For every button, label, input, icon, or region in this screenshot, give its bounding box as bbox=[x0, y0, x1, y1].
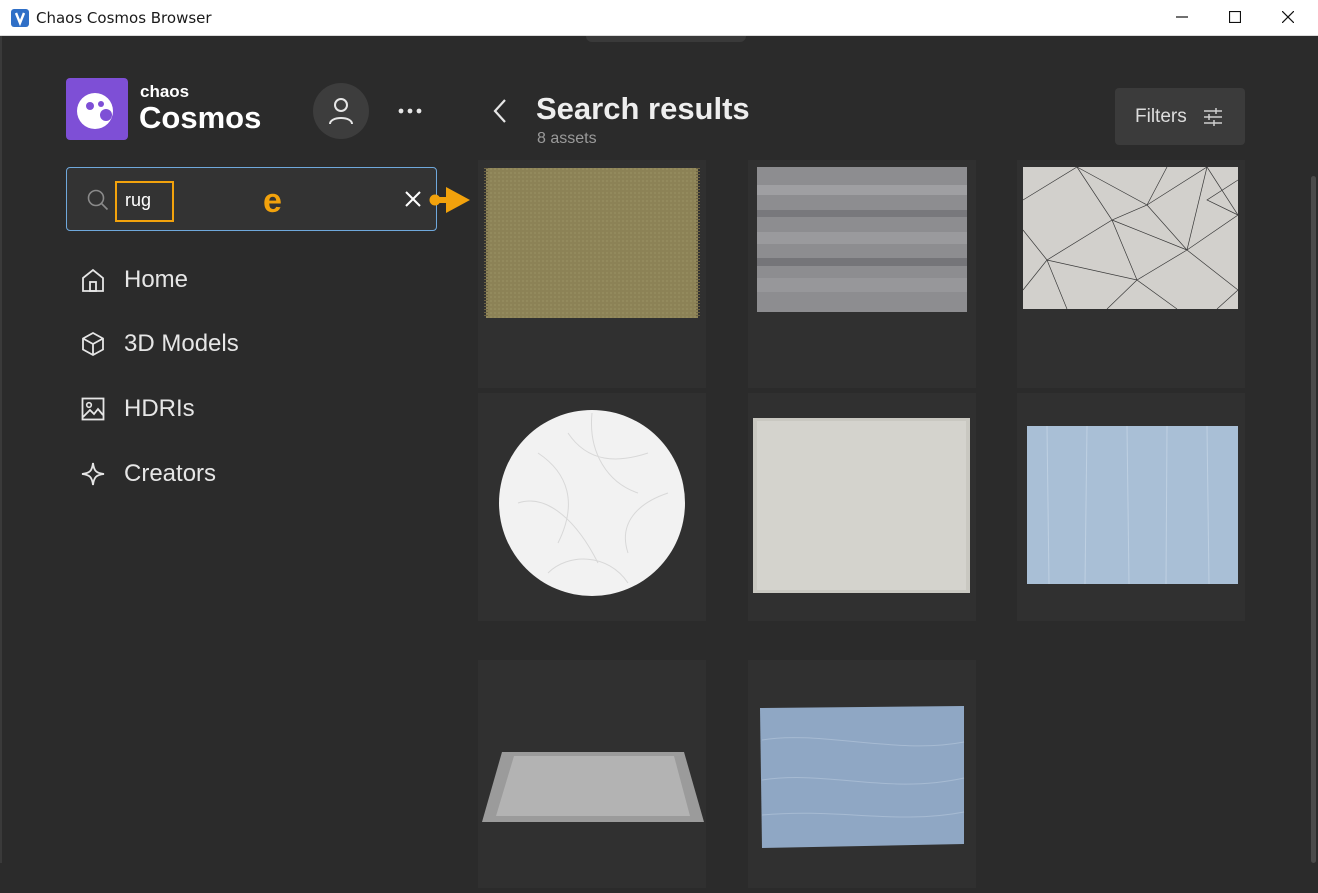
home-icon bbox=[82, 268, 104, 292]
app-body: chaos Cosmos rug e Home 3D Models HDRIs … bbox=[0, 36, 1318, 888]
asset-card[interactable] bbox=[478, 160, 706, 388]
clear-search-icon[interactable] bbox=[404, 190, 422, 208]
back-arrow-icon[interactable] bbox=[488, 96, 514, 126]
asset-card[interactable] bbox=[748, 160, 976, 388]
nav-item-3d-models[interactable]: 3D Models bbox=[80, 326, 239, 362]
nav-label-3d-models: 3D Models bbox=[124, 330, 239, 357]
minimize-icon bbox=[1176, 16, 1188, 18]
cosmos-logo bbox=[66, 78, 128, 140]
nav-item-home[interactable]: Home bbox=[80, 262, 188, 298]
asset-card[interactable] bbox=[748, 393, 976, 621]
ellipsis-icon bbox=[398, 108, 422, 114]
page-title: Search results bbox=[536, 91, 750, 126]
sliders-icon bbox=[1203, 107, 1222, 126]
image-icon bbox=[81, 397, 105, 421]
asset-thumbnail bbox=[757, 167, 967, 312]
cube-icon bbox=[82, 331, 104, 357]
brand-wordmark-small: chaos bbox=[140, 82, 190, 101]
asset-card[interactable] bbox=[478, 393, 706, 621]
nav-label-creators: Creators bbox=[124, 460, 217, 487]
asset-thumbnail bbox=[760, 706, 965, 848]
scrollbar[interactable] bbox=[1311, 176, 1316, 863]
chaos-app-icon bbox=[11, 9, 29, 27]
nav-item-creators[interactable]: Creators bbox=[80, 456, 216, 492]
drag-handle[interactable] bbox=[586, 36, 746, 42]
window-titlebar: Chaos Cosmos Browser bbox=[0, 0, 1318, 36]
filters-button[interactable]: Filters bbox=[1115, 88, 1245, 145]
window-title: Chaos Cosmos Browser bbox=[36, 9, 212, 27]
nav-label-hdris: HDRIs bbox=[124, 395, 195, 422]
user-icon bbox=[329, 98, 353, 125]
asset-thumbnail bbox=[1022, 166, 1239, 310]
account-button[interactable] bbox=[313, 83, 369, 139]
annotation-arrow-icon bbox=[429, 187, 470, 213]
annotation-mark: e bbox=[263, 182, 282, 220]
asset-thumbnail bbox=[499, 410, 685, 596]
asset-card[interactable] bbox=[748, 660, 976, 888]
search-query-text[interactable]: rug bbox=[125, 190, 151, 211]
asset-thumbnail bbox=[753, 418, 970, 593]
search-icon bbox=[87, 189, 109, 211]
asset-thumbnail bbox=[484, 168, 700, 318]
more-options-button[interactable] bbox=[394, 98, 426, 124]
brand-wordmark: Cosmos bbox=[139, 100, 262, 135]
filters-label: Filters bbox=[1135, 105, 1187, 127]
asset-thumbnail bbox=[482, 752, 704, 822]
close-icon bbox=[1282, 11, 1294, 23]
close-window-button[interactable] bbox=[1262, 0, 1314, 34]
nav-item-hdris[interactable]: HDRIs bbox=[80, 391, 195, 427]
asset-thumbnail bbox=[1027, 425, 1238, 585]
nav-label-home: Home bbox=[124, 266, 189, 293]
asset-card[interactable] bbox=[1017, 393, 1245, 621]
maximize-icon bbox=[1229, 11, 1241, 23]
maximize-button[interactable] bbox=[1209, 0, 1261, 34]
sparkle-icon bbox=[81, 462, 105, 486]
asset-card[interactable] bbox=[1017, 160, 1245, 388]
palette-logo-icon bbox=[77, 93, 113, 129]
result-count: 8 assets bbox=[537, 130, 597, 147]
search-input[interactable]: rug e bbox=[66, 167, 437, 231]
minimize-button[interactable] bbox=[1156, 0, 1208, 34]
asset-card[interactable] bbox=[478, 660, 706, 888]
